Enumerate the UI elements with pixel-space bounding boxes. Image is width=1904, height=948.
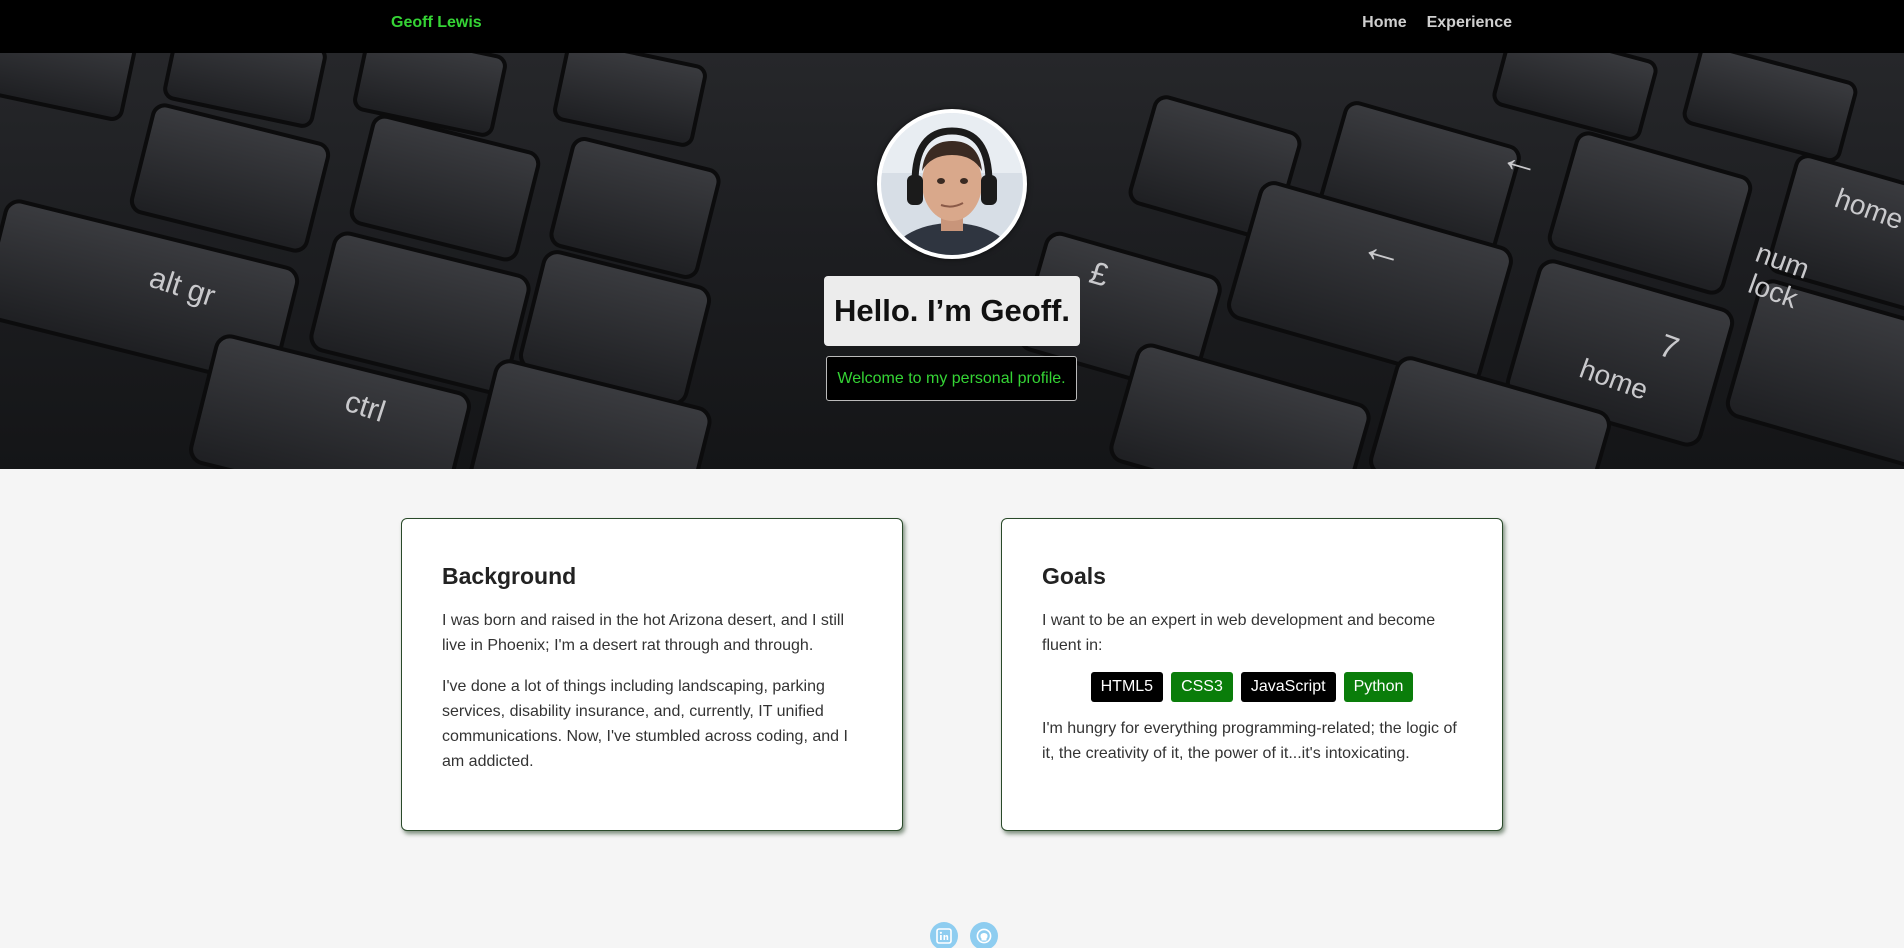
top-navbar: Geoff Lewis Home Experience — [0, 0, 1904, 53]
skill-badge-javascript: JavaScript — [1240, 672, 1336, 702]
background-heading: Background — [442, 563, 577, 589]
hero-subtitle: Welcome to my personal profile. — [826, 356, 1077, 401]
goals-heading: Goals — [1042, 563, 1106, 589]
nav-links: Home Experience — [1362, 14, 1512, 32]
linkedin-icon — [936, 928, 952, 944]
hero-banner: alt gr ctrl num lock home 7 £ home ← ← H… — [0, 53, 1904, 469]
background-paragraph-1: I was born and raised in the hot Arizona… — [442, 612, 845, 654]
github-icon — [976, 928, 992, 944]
skill-badge-css3: CSS3 — [1171, 672, 1233, 702]
hero-title: Hello. I’m Geoff. — [824, 276, 1080, 346]
github-link[interactable] — [970, 922, 998, 948]
skill-badges: HTML5 CSS3 JavaScript Python — [1042, 672, 1462, 702]
profile-photo — [881, 113, 1023, 255]
skill-badge-python: Python — [1343, 672, 1414, 702]
profile-avatar — [877, 109, 1027, 259]
background-card: Background I was born and raised in the … — [401, 518, 903, 831]
goals-intro: I want to be an expert in web developmen… — [1042, 612, 1436, 654]
nav-link-home[interactable]: Home — [1362, 14, 1406, 32]
background-paragraph-2: I've done a lot of things including land… — [442, 678, 848, 770]
nav-link-experience[interactable]: Experience — [1427, 14, 1512, 32]
goals-card: Goals I want to be an expert in web deve… — [1001, 518, 1503, 831]
goals-outro: I'm hungry for everything programming-re… — [1042, 720, 1457, 762]
brand-link[interactable]: Geoff Lewis — [391, 14, 482, 32]
linkedin-link[interactable] — [930, 922, 958, 948]
skill-badge-html5: HTML5 — [1090, 672, 1164, 702]
